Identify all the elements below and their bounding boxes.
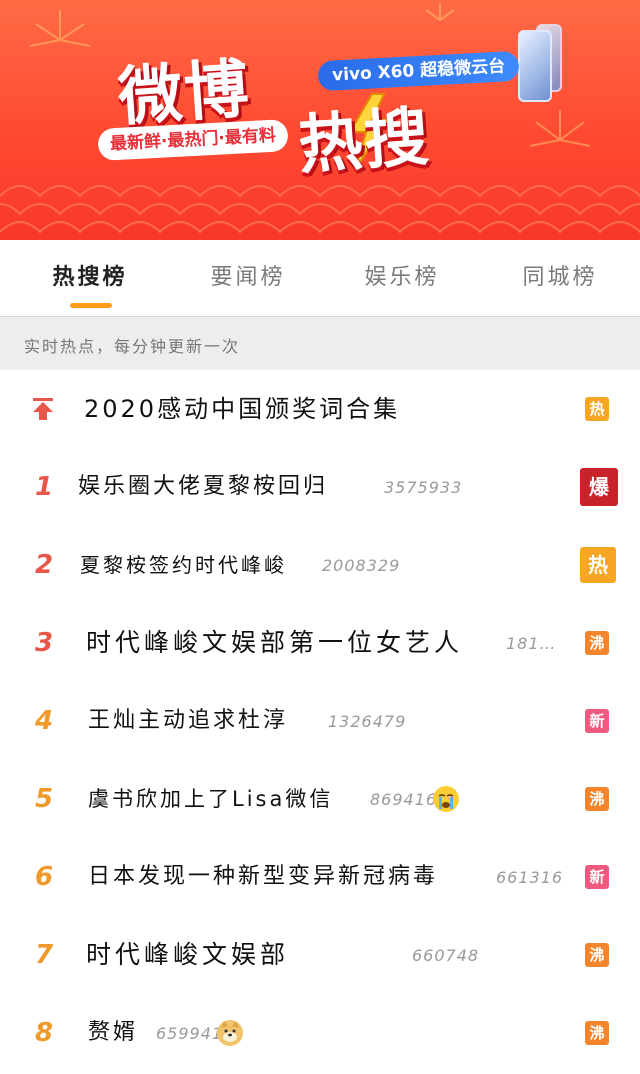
list-item[interactable]: 6 日本发现一种新型变异新冠病毒 661316 新 [0, 838, 640, 917]
rank-number: 3 [34, 628, 54, 658]
hot-badge: 热 [585, 397, 609, 421]
list-item[interactable]: 5 虞书欣加上了Lisa微信 869416 沸 [0, 760, 640, 839]
rank-number: 4 [34, 706, 54, 736]
topic-title[interactable]: 2020感动中国颁奖词合集 [84, 370, 400, 448]
hot-search-banner: 微博 vivo X60 超稳微云台 热搜 最新鲜·最热门·最有料 [0, 0, 640, 240]
list-item[interactable]: 1 娱乐圈大佬夏黎桉回归 3575933 爆 [0, 448, 640, 527]
heat-count: 3575933 [384, 478, 463, 497]
new-badge: 新 [585, 709, 609, 733]
pinned-arrow-icon [33, 398, 53, 420]
heat-count: 181… [506, 634, 557, 653]
list-item[interactable]: 2 夏黎桉签约时代峰峻 2008329 热 [0, 526, 640, 605]
tab-bar: 热搜榜 要闻榜 娱乐榜 同城榜 [0, 240, 640, 316]
topic-title[interactable]: 时代峰峻文娱部第一位女艺人 [86, 604, 463, 682]
tab-local[interactable]: 同城榜 [480, 240, 640, 316]
topic-title[interactable]: 虞书欣加上了Lisa微信 [88, 760, 333, 838]
list-item[interactable]: 3 时代峰峻文娱部第一位女艺人 181… 沸 [0, 604, 640, 683]
boiling-badge: 沸 [585, 943, 609, 967]
topic-title[interactable]: 时代峰峻文娱部 [86, 916, 289, 994]
topic-title[interactable]: 王灿主动追求杜淳 [88, 682, 288, 760]
topic-title[interactable]: 日本发现一种新型变异新冠病毒 [88, 838, 438, 916]
heat-count: 661316 [496, 868, 564, 887]
doge-emoji [217, 1020, 243, 1046]
tab-entertainment[interactable]: 娱乐榜 [322, 240, 482, 316]
new-badge: 新 [585, 865, 609, 889]
heat-count: 659941 [156, 1024, 224, 1043]
rank-number: 2 [34, 550, 54, 580]
explode-badge: 爆 [580, 468, 618, 506]
heat-count: 660748 [412, 946, 480, 965]
rank-number: 1 [34, 472, 54, 502]
boiling-badge: 沸 [585, 1021, 609, 1045]
list-item[interactable]: 2020感动中国颁奖词合集 热 [0, 370, 640, 449]
list-item[interactable]: 8 赘婿 659941 沸 [0, 994, 640, 1072]
heat-count: 869416 [370, 790, 438, 809]
topic-title[interactable]: 娱乐圈大佬夏黎桉回归 [78, 448, 328, 526]
rank-number: 7 [34, 940, 54, 970]
boiling-badge: 沸 [585, 631, 609, 655]
boiling-badge: 沸 [585, 787, 609, 811]
hot-badge: 热 [580, 547, 616, 583]
topic-title[interactable]: 赘婿 [88, 994, 138, 1072]
crying-face-emoji [433, 786, 459, 812]
tab-news[interactable]: 要闻榜 [168, 240, 328, 316]
list-item[interactable]: 7 时代峰峻文娱部 660748 沸 [0, 916, 640, 995]
rank-number: 8 [34, 1018, 54, 1048]
phone-image [518, 30, 552, 102]
update-info-bar: 实时热点，每分钟更新一次 [0, 316, 640, 371]
heat-count: 2008329 [322, 556, 401, 575]
rank-number: 5 [34, 784, 54, 814]
heat-count: 1326479 [328, 712, 407, 731]
active-tab-indicator [70, 303, 112, 308]
list-item[interactable]: 4 王灿主动追求杜淳 1326479 新 [0, 682, 640, 761]
topic-title[interactable]: 夏黎桉签约时代峰峻 [80, 526, 287, 604]
rank-number: 6 [34, 862, 54, 892]
update-info-text: 实时热点，每分钟更新一次 [24, 337, 241, 356]
hot-search-logo-text: 热搜 [295, 100, 433, 184]
